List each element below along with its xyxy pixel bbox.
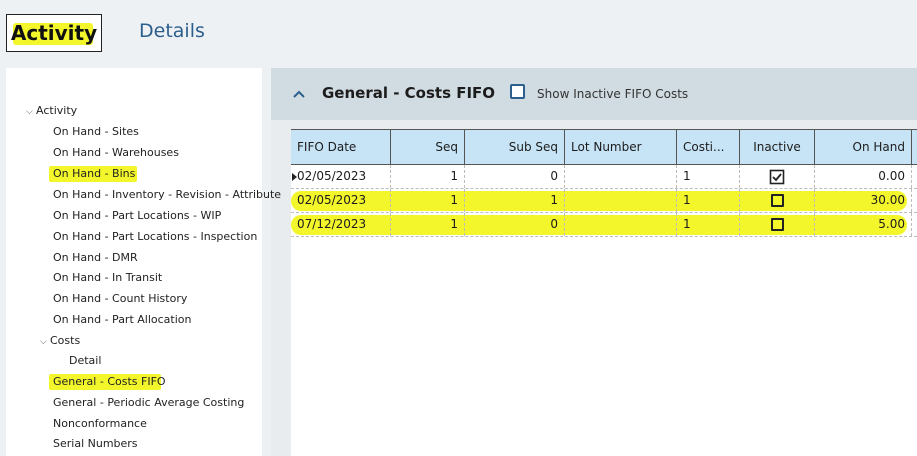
checkbox-unchecked-icon[interactable] [770,194,784,207]
show-inactive-label: Show Inactive FIFO Costs [537,87,689,101]
cell-sub-seq[interactable]: 1 [465,189,565,212]
chevron-down-icon[interactable]: ⌵ [26,105,36,119]
cell-on-hand[interactable]: 5.00 [815,213,912,236]
column-header-seq[interactable]: Seq [391,130,465,164]
tab-activity[interactable]: Activity [6,14,102,52]
column-header-sub-seq[interactable]: Sub Seq [465,130,565,164]
cell-fifo-date[interactable]: 07/12/2023 [291,213,391,236]
panel-title: General - Costs FIFO [322,84,496,102]
cell-seq[interactable]: 1 [391,165,465,188]
column-header-on-hand[interactable]: On Hand [815,130,912,164]
tree-item-on-hand-sites[interactable]: On Hand - Sites [53,125,139,139]
costs-fifo-panel: General - Costs FIFO Show Inactive FIFO … [271,68,917,456]
table-row[interactable]: 07/12/2023 1 0 1 5.00 [291,213,917,237]
tree-node-costs[interactable]: ⌵ Costs [40,334,80,349]
cell-fifo-date[interactable]: 02/05/2023 [291,165,391,188]
cell-inactive[interactable] [740,213,815,236]
column-header-fifo-date[interactable]: FIFO Date [291,130,391,164]
tree-item-part-allocation[interactable]: On Hand - Part Allocation [53,313,192,327]
tree-node-activity[interactable]: ⌵ Activity [26,104,77,119]
tree-item-nonconformance[interactable]: Nonconformance [53,417,147,431]
tree-item-count-history[interactable]: On Hand - Count History [53,292,187,306]
column-header-costing[interactable]: Costi... [677,130,740,164]
tab-details[interactable]: Details [139,20,205,42]
cell-sub-seq[interactable]: 0 [465,213,565,236]
tree-item-detail[interactable]: Detail [69,354,101,368]
cell-lot-number[interactable] [565,213,677,236]
tree-item-on-hand-warehouses[interactable]: On Hand - Warehouses [53,146,179,160]
tree-item-on-hand-inventory[interactable]: On Hand - Inventory - Revision - Attribu… [53,188,281,202]
cell-seq[interactable]: 1 [391,213,465,236]
chevron-down-icon[interactable]: ⌵ [40,335,50,349]
grid-header-row: FIFO Date Seq Sub Seq Lot Number Costi..… [291,129,917,165]
checkbox-unchecked-icon[interactable] [770,218,784,231]
tree-item-on-hand-in-transit[interactable]: On Hand - In Transit [53,271,162,285]
tree-item-periodic-average-costing[interactable]: General - Periodic Average Costing [53,396,244,410]
cell-costing[interactable]: 1 [677,189,740,212]
tree-item-serial-numbers[interactable]: Serial Numbers [53,437,138,451]
cell-on-hand[interactable]: 30.00 [815,189,912,212]
fifo-grid: FIFO Date Seq Sub Seq Lot Number Costi..… [291,129,917,456]
tree-item-part-locations-wip[interactable]: On Hand - Part Locations - WIP [53,209,221,223]
show-inactive-checkbox[interactable] [510,84,525,99]
cell-inactive[interactable] [740,189,815,212]
current-row-indicator-icon [292,173,297,181]
cell-on-hand[interactable]: 0.00 [815,165,912,188]
tree-node-label: Activity [36,104,78,117]
top-tab-bar: Activity Details [0,0,917,66]
cell-lot-number[interactable] [565,165,677,188]
cell-seq[interactable]: 1 [391,189,465,212]
cell-fifo-date[interactable]: 02/05/2023 [291,189,391,212]
chevron-up-icon[interactable] [291,86,307,102]
checkbox-checked-icon[interactable] [769,169,785,185]
cell-lot-number[interactable] [565,189,677,212]
tree-item-part-locations-inspection[interactable]: On Hand - Part Locations - Inspection [53,230,257,244]
cell-sub-seq[interactable]: 0 [465,165,565,188]
cell-inactive[interactable] [740,165,815,188]
table-row[interactable]: 02/05/2023 1 1 1 30.00 [291,189,917,213]
tree-item-costs-fifo[interactable]: General - Costs FIFO [49,374,166,390]
panel-header: General - Costs FIFO Show Inactive FIFO … [271,68,917,120]
column-header-lot-number[interactable]: Lot Number [565,130,677,164]
tree-item-on-hand-bins[interactable]: On Hand - Bins [49,166,137,182]
column-header-inactive[interactable]: Inactive [740,130,815,164]
tree-item-on-hand-dmr[interactable]: On Hand - DMR [53,251,138,265]
cell-costing[interactable]: 1 [677,165,740,188]
cell-costing[interactable]: 1 [677,213,740,236]
table-row[interactable]: 02/05/2023 1 0 1 0.00 [291,165,917,189]
tab-activity-label: Activity [10,21,98,45]
navigation-tree: ⌵ Activity On Hand - Sites On Hand - Ware… [6,68,281,456]
